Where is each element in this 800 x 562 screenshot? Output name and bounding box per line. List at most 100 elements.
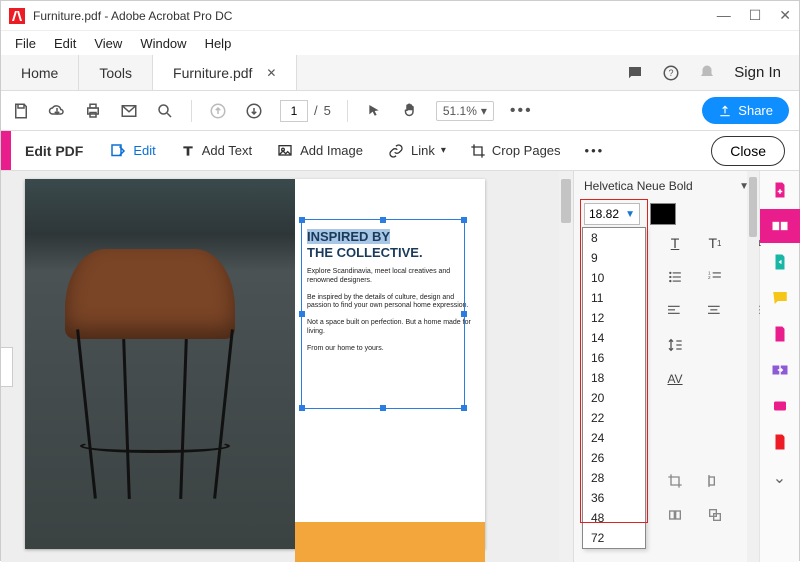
align-left-icon[interactable] xyxy=(660,299,690,323)
menu-view[interactable]: View xyxy=(86,34,130,53)
font-size-option[interactable]: 72 xyxy=(583,528,645,548)
tab-home-label: Home xyxy=(21,65,58,81)
bell-icon[interactable] xyxy=(698,64,716,82)
edit-tool[interactable]: Edit xyxy=(97,142,167,160)
align-center-icon[interactable] xyxy=(700,299,730,323)
superscript-icon[interactable]: T1 xyxy=(700,231,730,255)
crop-tool-icon[interactable] xyxy=(660,469,690,493)
help-icon[interactable]: ? xyxy=(662,64,680,82)
font-size-option[interactable]: 24 xyxy=(583,428,645,448)
mail-icon[interactable] xyxy=(119,101,139,121)
tab-document[interactable]: Furniture.pdf ✕ xyxy=(153,55,297,90)
close-label: Close xyxy=(730,143,766,159)
menu-edit[interactable]: Edit xyxy=(46,34,84,53)
font-size-option[interactable]: 11 xyxy=(583,288,645,308)
font-size-option[interactable]: 48 xyxy=(583,508,645,528)
tab-close-icon[interactable]: ✕ xyxy=(266,66,276,80)
font-size-option[interactable]: 36 xyxy=(583,488,645,508)
left-nav-handle[interactable] xyxy=(1,347,13,387)
edit-accent xyxy=(1,131,11,170)
zoom-value: 51.1% xyxy=(443,104,477,118)
font-size-option[interactable]: 8 xyxy=(583,228,645,248)
minimize-button[interactable]: — xyxy=(717,7,731,24)
doc-scrollbar[interactable] xyxy=(559,171,573,562)
font-size-option[interactable]: 12 xyxy=(583,308,645,328)
align-objects-icon[interactable] xyxy=(700,469,730,493)
font-size-option[interactable]: 28 xyxy=(583,468,645,488)
add-image-tool[interactable]: Add Image xyxy=(264,143,375,159)
font-size-option[interactable]: 20 xyxy=(583,388,645,408)
rail-export-icon[interactable] xyxy=(769,251,791,273)
share-label: Share xyxy=(738,103,773,118)
panel-scrollbar[interactable] xyxy=(747,171,759,562)
menu-window[interactable]: Window xyxy=(132,34,194,53)
more-tools-icon[interactable]: ••• xyxy=(573,143,617,158)
page-current-input[interactable] xyxy=(280,100,308,122)
rail-protect-icon[interactable] xyxy=(769,431,791,453)
page-accent-bar xyxy=(295,522,485,562)
page-indicator: / 5 xyxy=(280,100,331,122)
font-color-swatch[interactable] xyxy=(650,203,676,225)
prev-page-icon[interactable] xyxy=(208,101,228,121)
line-spacing-icon[interactable] xyxy=(660,333,690,357)
underline-icon[interactable]: T xyxy=(660,231,690,255)
svg-text:?: ? xyxy=(669,68,674,78)
chevron-down-icon: ▼ xyxy=(625,209,635,220)
tab-home[interactable]: Home xyxy=(1,55,79,90)
more-icon[interactable]: ••• xyxy=(510,102,533,120)
main-toolbar: / 5 51.1% ▾ ••• Share xyxy=(1,91,799,131)
font-size-option[interactable]: 18 xyxy=(583,368,645,388)
char-spacing-icon[interactable]: AV xyxy=(660,367,690,391)
flip-h-icon[interactable] xyxy=(660,503,690,527)
crop-tool[interactable]: Crop Pages xyxy=(458,143,573,159)
search-icon[interactable] xyxy=(155,101,175,121)
hand-icon[interactable] xyxy=(400,101,420,121)
font-size-option[interactable]: 9 xyxy=(583,248,645,268)
font-size-option[interactable]: 14 xyxy=(583,328,645,348)
print-icon[interactable] xyxy=(83,101,103,121)
number-list-icon[interactable]: 12 xyxy=(700,265,730,289)
rail-combine-icon[interactable] xyxy=(769,359,791,381)
tab-tools-label: Tools xyxy=(99,65,132,81)
save-icon[interactable] xyxy=(11,101,31,121)
rail-redact-icon[interactable] xyxy=(769,395,791,417)
comment-icon[interactable] xyxy=(626,64,644,82)
next-page-icon[interactable] xyxy=(244,101,264,121)
rail-more-icon[interactable]: ⌄ xyxy=(769,467,791,489)
link-label: Link xyxy=(411,143,435,158)
font-size-option[interactable]: 10 xyxy=(583,268,645,288)
menu-help[interactable]: Help xyxy=(197,34,240,53)
add-text-tool[interactable]: Add Text xyxy=(168,143,264,159)
menu-file[interactable]: File xyxy=(7,34,44,53)
panel-scroll-thumb[interactable] xyxy=(749,177,757,237)
rail-create-icon[interactable] xyxy=(769,179,791,201)
font-size-option[interactable]: 16 xyxy=(583,348,645,368)
cloud-icon[interactable] xyxy=(47,101,67,121)
font-size-input[interactable]: 18.82 ▼ xyxy=(584,203,640,225)
pointer-icon[interactable] xyxy=(364,101,384,121)
close-window-button[interactable]: ✕ xyxy=(779,7,791,24)
share-button[interactable]: Share xyxy=(702,97,789,124)
chevron-down-icon: ▾ xyxy=(481,104,487,118)
font-size-option[interactable]: 22 xyxy=(583,408,645,428)
close-editbar-button[interactable]: Close xyxy=(711,136,785,166)
page-sep: / xyxy=(314,103,318,118)
bullet-list-icon[interactable] xyxy=(660,265,690,289)
doc-scroll-thumb[interactable] xyxy=(561,179,571,223)
font-family-dropdown[interactable]: Helvetica Neue Bold ▼ xyxy=(584,179,749,193)
font-size-value: 18.82 xyxy=(589,207,625,221)
link-tool[interactable]: Link ▾ xyxy=(375,143,458,159)
document-viewport[interactable]: INSPIRED BY THE COLLECTIVE. Explore Scan… xyxy=(1,171,573,562)
page-total: 5 xyxy=(324,103,331,118)
arrange-icon[interactable] xyxy=(700,503,730,527)
sign-in-link[interactable]: Sign In xyxy=(734,64,781,81)
font-size-dropdown[interactable]: 891011121416182022242628364872 xyxy=(582,227,646,549)
main-area: INSPIRED BY THE COLLECTIVE. Explore Scan… xyxy=(1,171,799,562)
font-size-option[interactable]: 26 xyxy=(583,448,645,468)
zoom-dropdown[interactable]: 51.1% ▾ xyxy=(436,101,494,121)
maximize-button[interactable]: ☐ xyxy=(749,7,762,24)
tab-tools[interactable]: Tools xyxy=(79,55,153,90)
rail-organize-icon[interactable] xyxy=(769,323,791,345)
text-selection-box[interactable] xyxy=(301,219,465,409)
rail-comment-icon[interactable] xyxy=(769,287,791,309)
